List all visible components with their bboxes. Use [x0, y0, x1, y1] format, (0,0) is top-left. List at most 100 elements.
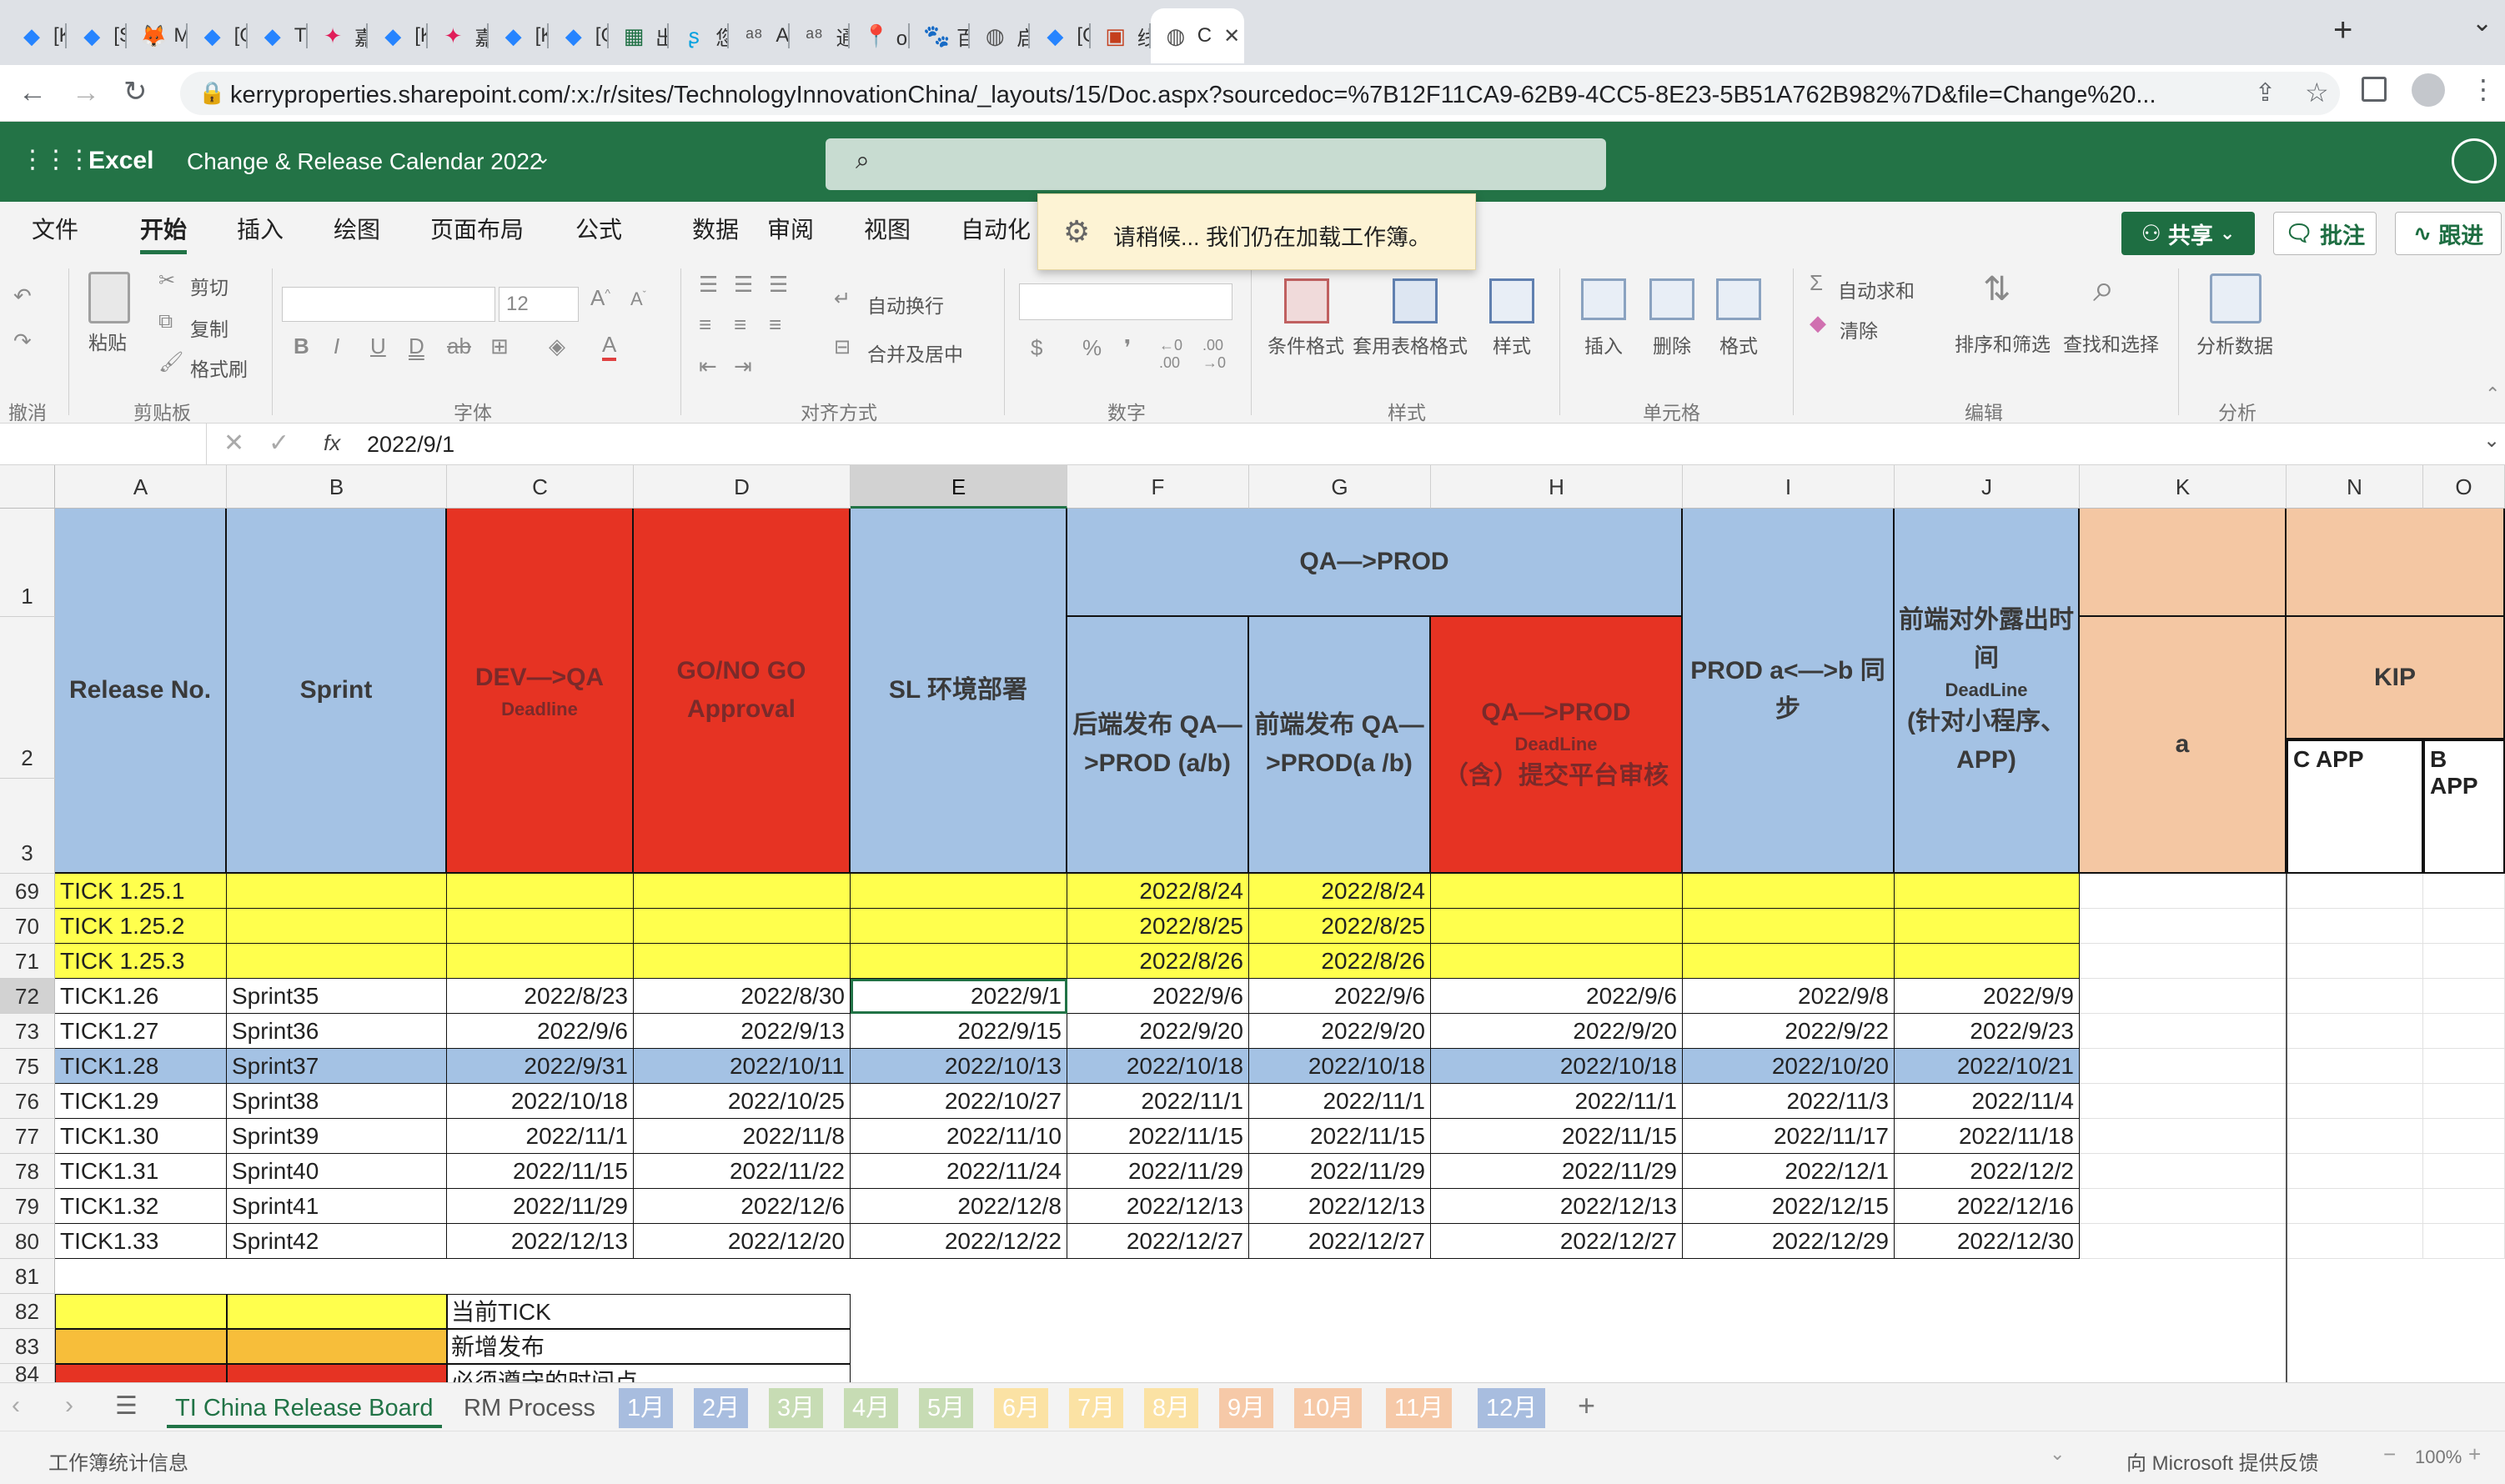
- table-cell[interactable]: [447, 944, 634, 979]
- browser-tab[interactable]: ◍ C ✕: [1150, 8, 1244, 63]
- table-cell[interactable]: 2022/12/8: [851, 1189, 1067, 1224]
- table-cell[interactable]: 2022/11/1: [1431, 1084, 1683, 1119]
- table-cell[interactable]: [447, 909, 634, 944]
- wrap-text-icon[interactable]: ↵: [834, 287, 851, 311]
- table-cell[interactable]: [1431, 874, 1683, 909]
- table-cell[interactable]: [2080, 1224, 2287, 1259]
- table-cell[interactable]: [227, 944, 447, 979]
- table-cell[interactable]: 2022/12/16: [1895, 1189, 2080, 1224]
- find-select-icon[interactable]: ⌕: [2093, 265, 2115, 312]
- table-cell[interactable]: [2423, 874, 2505, 909]
- row-header[interactable]: 80: [0, 1224, 55, 1259]
- table-cell[interactable]: 2022/8/25: [1249, 909, 1431, 944]
- table-cell[interactable]: 2022/11/29: [447, 1189, 634, 1224]
- table-cell[interactable]: [2423, 979, 2505, 1014]
- table-cell[interactable]: 2022/11/3: [1683, 1084, 1895, 1119]
- table-cell[interactable]: 2022/9/23: [1895, 1014, 2080, 1049]
- document-title[interactable]: Change & Release Calendar 2022: [187, 148, 543, 175]
- sheet-tab[interactable]: 1月: [619, 1388, 674, 1428]
- table-cell[interactable]: [2080, 944, 2287, 979]
- row-header[interactable]: 77: [0, 1119, 55, 1154]
- table-cell[interactable]: 2022/12/22: [851, 1224, 1067, 1259]
- column-header[interactable]: F: [1067, 465, 1249, 509]
- decrease-indent-icon[interactable]: ⇤: [699, 353, 717, 379]
- table-cell[interactable]: 2022/12/13: [447, 1224, 634, 1259]
- table-cell[interactable]: 2022/8/24: [1067, 874, 1249, 909]
- column-header[interactable]: O: [2423, 465, 2505, 509]
- table-cell[interactable]: [2423, 1084, 2505, 1119]
- browser-tab[interactable]: ◆[KIP-: [368, 8, 429, 63]
- table-cell[interactable]: [2080, 909, 2287, 944]
- table-cell[interactable]: 2022/10/18: [447, 1084, 634, 1119]
- collapse-ribbon-icon[interactable]: ⌃: [2485, 384, 2500, 405]
- table-cell[interactable]: TICK1.31: [55, 1154, 227, 1189]
- table-cell[interactable]: [2423, 1224, 2505, 1259]
- table-cell[interactable]: 2022/8/26: [1249, 944, 1431, 979]
- strikethrough-icon[interactable]: ab: [447, 333, 471, 359]
- table-cell[interactable]: 2022/9/31: [447, 1049, 634, 1084]
- ribbon-tab[interactable]: 审阅: [767, 212, 814, 245]
- table-cell[interactable]: 2022/12/15: [1683, 1189, 1895, 1224]
- fill-color-icon[interactable]: ◈: [549, 333, 565, 359]
- sheet-tab[interactable]: 8月: [1144, 1388, 1199, 1428]
- browser-tab[interactable]: ▦出勤: [609, 8, 670, 63]
- ribbon-tab[interactable]: 自动化: [961, 212, 1031, 245]
- new-tab-icon[interactable]: +: [2333, 12, 2352, 49]
- column-header[interactable]: C: [447, 465, 634, 509]
- ribbon-tab[interactable]: 页面布局: [430, 212, 524, 245]
- table-cell[interactable]: 2022/12/30: [1895, 1224, 2080, 1259]
- browser-tab[interactable]: 📍ole超: [850, 8, 910, 63]
- ribbon-tab[interactable]: 开始: [140, 212, 188, 254]
- table-cell[interactable]: 2022/9/9: [1895, 979, 2080, 1014]
- font-color-icon[interactable]: A: [602, 332, 617, 361]
- scroll-sheets-left-icon[interactable]: ‹: [12, 1391, 20, 1420]
- table-cell[interactable]: [2423, 1189, 2505, 1224]
- top-align-icon[interactable]: ☰: [699, 272, 718, 298]
- table-cell[interactable]: [2080, 979, 2287, 1014]
- find-select-label[interactable]: 查找和选择: [2063, 328, 2159, 357]
- zoom-out-icon[interactable]: −: [2383, 1441, 2396, 1467]
- sort-filter-icon[interactable]: ⇅: [1983, 270, 2011, 308]
- merge-center-icon[interactable]: ⊟: [834, 335, 851, 359]
- delete-cells-label[interactable]: 删除: [1653, 330, 1691, 358]
- row-header[interactable]: 73: [0, 1014, 55, 1049]
- analyze-data-icon[interactable]: [2210, 273, 2262, 323]
- row-header[interactable]: 81: [0, 1259, 55, 1294]
- table-cell[interactable]: [2287, 1189, 2423, 1224]
- app-launcher-icon[interactable]: ⋮⋮⋮: [20, 145, 92, 174]
- format-as-table-icon[interactable]: [1393, 278, 1438, 323]
- table-cell[interactable]: 2022/9/6: [1249, 979, 1431, 1014]
- table-cell[interactable]: [2080, 1189, 2287, 1224]
- column-header[interactable]: G: [1249, 465, 1431, 509]
- table-cell[interactable]: [2287, 1154, 2423, 1189]
- table-cell[interactable]: 2022/10/20: [1683, 1049, 1895, 1084]
- increase-decimal-icon[interactable]: ←0.00: [1159, 337, 1182, 372]
- table-cell[interactable]: [2423, 1154, 2505, 1189]
- table-cell[interactable]: 2022/11/8: [634, 1119, 851, 1154]
- table-cell[interactable]: Sprint35: [227, 979, 447, 1014]
- table-cell[interactable]: TICK1.29: [55, 1084, 227, 1119]
- number-format-dropdown[interactable]: [1019, 283, 1232, 320]
- format-cells-icon[interactable]: [1716, 278, 1761, 320]
- share-page-icon[interactable]: ⇪: [2255, 78, 2276, 108]
- table-cell[interactable]: [1683, 909, 1895, 944]
- table-cell[interactable]: [1431, 909, 1683, 944]
- column-header[interactable]: I: [1683, 465, 1895, 509]
- cut-label[interactable]: 剪切: [190, 272, 228, 300]
- table-cell[interactable]: 2022/11/4: [1895, 1084, 2080, 1119]
- sheet-tab[interactable]: 6月: [994, 1388, 1049, 1428]
- cut-icon[interactable]: ✂: [158, 268, 175, 293]
- table-cell[interactable]: [2080, 1119, 2287, 1154]
- table-cell[interactable]: 2022/9/8: [1683, 979, 1895, 1014]
- table-cell[interactable]: 2022/11/1: [1067, 1084, 1249, 1119]
- table-cell[interactable]: 2022/9/6: [1067, 979, 1249, 1014]
- format-cells-label[interactable]: 格式: [1719, 330, 1758, 358]
- browser-tab[interactable]: ◆[CIP-: [549, 8, 609, 63]
- ribbon-tab[interactable]: 视图: [864, 212, 911, 245]
- sheet-tab[interactable]: 2月: [694, 1388, 749, 1428]
- insert-cells-icon[interactable]: [1581, 278, 1626, 320]
- table-cell[interactable]: Sprint40: [227, 1154, 447, 1189]
- merge-center-label[interactable]: 合并及居中: [867, 338, 963, 367]
- row-header[interactable]: 78: [0, 1154, 55, 1189]
- increase-indent-icon[interactable]: ⇥: [734, 353, 752, 379]
